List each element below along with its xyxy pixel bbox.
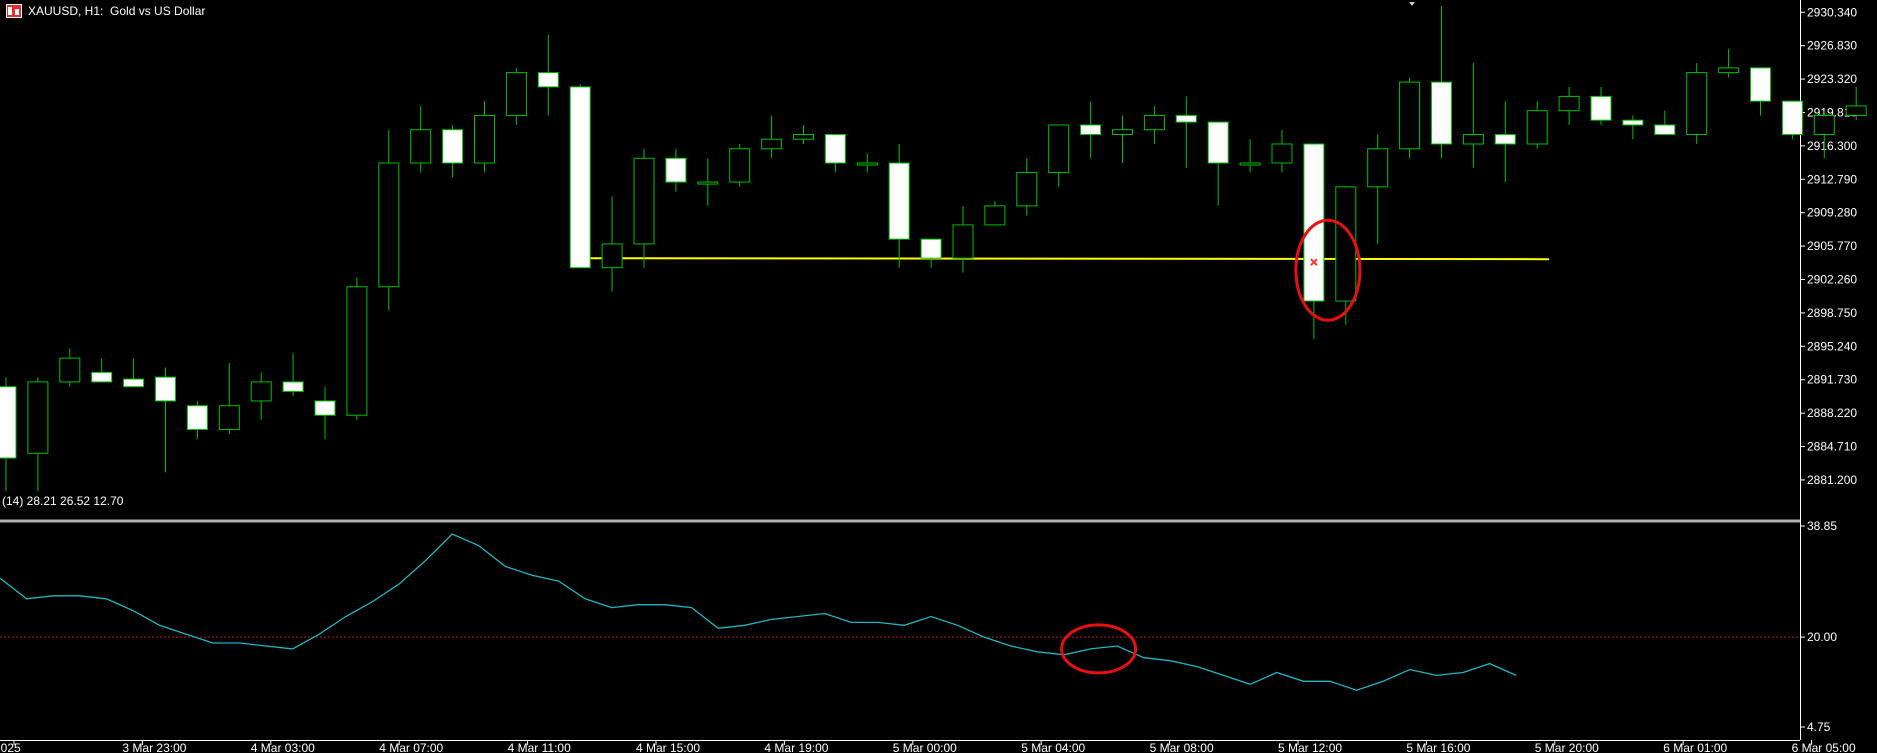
candle-body[interactable] xyxy=(282,381,304,392)
time-tick-label: 5 Mar 12:00 xyxy=(1278,741,1342,753)
candle-body[interactable] xyxy=(59,357,81,383)
chart-window-icon xyxy=(6,4,22,18)
candle-body[interactable] xyxy=(1143,114,1165,131)
price-tick-label: 2884.710 xyxy=(1807,440,1857,454)
candle-body[interactable] xyxy=(601,243,623,269)
candle-body[interactable] xyxy=(474,114,495,164)
candle-body[interactable] xyxy=(1526,110,1548,145)
candle-body[interactable] xyxy=(1016,172,1038,207)
candle-body[interactable] xyxy=(1845,105,1867,116)
price-chart-svg[interactable]: 2930.3402926.8302923.3202919.8102916.300… xyxy=(0,0,1877,753)
candle-body[interactable] xyxy=(1239,162,1261,166)
price-tick-label: 2902.260 xyxy=(1807,273,1857,287)
candle-body[interactable] xyxy=(1367,148,1389,188)
price-tick-label: 2898.750 xyxy=(1807,306,1857,320)
indicator-label: (14) 28.21 26.52 12.70 xyxy=(2,494,124,508)
candle-body[interactable] xyxy=(378,162,400,288)
chart-header: XAUUSD, H1: Gold vs US Dollar xyxy=(6,3,205,19)
time-tick-label: 4 Mar 03:00 xyxy=(251,741,315,753)
candle-body[interactable] xyxy=(1431,81,1452,145)
candle-body[interactable] xyxy=(1590,95,1612,121)
indicator-tick-label: 20.00 xyxy=(1807,630,1837,644)
scroll-marker-icon xyxy=(1409,2,1415,6)
candle-body[interactable] xyxy=(250,381,272,402)
price-tick-label: 2905.770 xyxy=(1807,239,1857,253)
candle-body[interactable] xyxy=(856,162,878,166)
candle-body[interactable] xyxy=(1558,95,1580,112)
time-tick-label: 4 Mar 15:00 xyxy=(636,741,700,753)
candle-body[interactable] xyxy=(824,133,846,164)
candle-body[interactable] xyxy=(633,157,655,245)
time-tick-label: 6 Mar 01:00 xyxy=(1663,741,1727,753)
time-tick-label: 4 Mar 07:00 xyxy=(379,741,443,753)
candle-body[interactable] xyxy=(1494,133,1516,145)
time-tick-label: 5 Mar 04:00 xyxy=(1021,741,1085,753)
time-tick-label: 3 Mar 23:00 xyxy=(122,741,186,753)
chart-window[interactable]: 2930.340 2926.830 2923.320 2919.810 2916.300… xyxy=(0,0,1877,753)
candle-body[interactable] xyxy=(27,381,49,454)
candle-body[interactable] xyxy=(0,386,17,459)
time-tick-label: 5 Mar 20:00 xyxy=(1535,741,1599,753)
candle-body[interactable] xyxy=(442,129,464,164)
candle-body[interactable] xyxy=(920,238,942,259)
price-tick-label: 2895.240 xyxy=(1807,339,1857,353)
candle-body[interactable] xyxy=(1080,124,1102,135)
candle-body[interactable] xyxy=(761,138,783,150)
price-tick-label: 2909.280 xyxy=(1807,206,1857,220)
candle-body[interactable] xyxy=(1718,67,1740,74)
candle-body[interactable] xyxy=(1048,124,1070,174)
candle-body[interactable] xyxy=(537,72,559,88)
indicator-tick-label: 4.75 xyxy=(1807,720,1831,734)
price-tick-label: 2891.730 xyxy=(1807,373,1857,387)
price-tick-label: 2923.320 xyxy=(1807,72,1857,86)
candle-body[interactable] xyxy=(1207,121,1229,164)
candle-body[interactable] xyxy=(793,133,814,140)
time-tick-label: 4 Mar 19:00 xyxy=(764,741,828,753)
price-tick-label: 2912.790 xyxy=(1807,172,1857,186)
candle-body[interactable] xyxy=(1813,114,1835,135)
candle-body[interactable] xyxy=(186,405,208,430)
candle-body[interactable] xyxy=(346,286,368,416)
candle-body[interactable] xyxy=(1654,124,1676,135)
candle-body[interactable] xyxy=(1750,67,1771,102)
price-tick-label: 2916.300 xyxy=(1807,139,1857,153)
time-tick-label: 6 Mar 05:00 xyxy=(1792,741,1856,753)
support-line[interactable] xyxy=(576,257,1550,261)
candle-body[interactable] xyxy=(1112,129,1133,135)
candle-body[interactable] xyxy=(1462,133,1484,145)
candle-body[interactable] xyxy=(218,405,240,430)
candle-body[interactable] xyxy=(1175,114,1197,123)
candle-body[interactable] xyxy=(1622,119,1644,126)
candle-body[interactable] xyxy=(505,72,527,116)
chart-title: XAUUSD, H1: Gold vs US Dollar xyxy=(28,4,206,18)
indicator-tick-label: 38.85 xyxy=(1807,519,1837,533)
time-tick-label: 5 Mar 00:00 xyxy=(893,741,957,753)
candle-body[interactable] xyxy=(697,181,719,185)
time-tick-label: 5 Mar 08:00 xyxy=(1150,741,1214,753)
candle-body[interactable] xyxy=(314,400,336,416)
candle-body[interactable] xyxy=(569,86,591,269)
time-tick-label: 4 Mar 11:00 xyxy=(508,741,571,753)
candle-body[interactable] xyxy=(888,162,910,240)
price-tick-label: 2888.220 xyxy=(1807,406,1857,420)
price-tick-label: 2930.340 xyxy=(1807,5,1857,19)
candle-body[interactable] xyxy=(1271,143,1293,164)
candle-body[interactable] xyxy=(1686,72,1708,135)
candle-body[interactable] xyxy=(1399,81,1421,150)
candle-body[interactable] xyxy=(984,205,1006,226)
time-tick-label: 5 Mar 16:00 xyxy=(1406,741,1470,753)
candle-body[interactable] xyxy=(729,148,751,183)
time-tick-label: 2025 xyxy=(0,741,21,753)
candle-body[interactable] xyxy=(1335,186,1357,302)
candle-body[interactable] xyxy=(123,378,145,388)
candle-body[interactable] xyxy=(91,371,113,383)
price-tick-label: 2881.200 xyxy=(1807,473,1857,487)
price-tick-label: 2926.830 xyxy=(1807,39,1857,53)
candle-body[interactable] xyxy=(155,376,176,402)
indicator-line[interactable] xyxy=(0,533,1517,691)
candle-body[interactable] xyxy=(952,224,974,259)
candle-body[interactable] xyxy=(410,129,432,164)
candle-body[interactable] xyxy=(1781,100,1803,135)
candle-body[interactable] xyxy=(665,157,687,183)
